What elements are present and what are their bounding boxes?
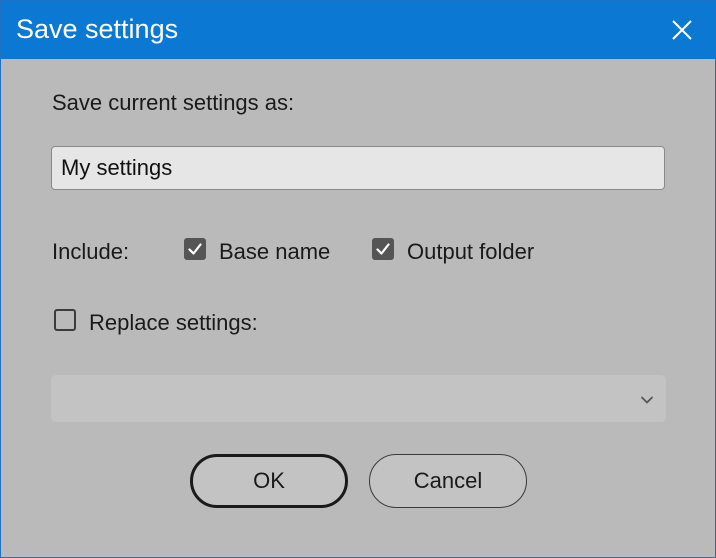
replace-settings-select[interactable] bbox=[51, 375, 666, 422]
cancel-button[interactable]: Cancel bbox=[369, 454, 527, 508]
title-bar: Save settings bbox=[1, 1, 715, 59]
base-name-label[interactable]: Base name bbox=[219, 239, 330, 265]
ok-button[interactable]: OK bbox=[190, 454, 348, 508]
include-label: Include: bbox=[52, 239, 130, 264]
close-icon bbox=[659, 7, 705, 53]
dialog-title: Save settings bbox=[16, 14, 179, 44]
output-folder-checkbox[interactable] bbox=[372, 238, 394, 260]
checkmark-icon bbox=[373, 239, 393, 259]
close-button[interactable] bbox=[659, 7, 705, 53]
replace-settings-checkbox[interactable] bbox=[54, 309, 76, 331]
cancel-button-label: Cancel bbox=[413, 468, 483, 493]
checkmark-icon bbox=[185, 239, 205, 259]
chevron-down-icon bbox=[640, 392, 654, 410]
ok-button-label: OK bbox=[253, 468, 285, 493]
save-settings-dialog: Save settings Save current settings as: … bbox=[0, 0, 716, 558]
replace-settings-label[interactable]: Replace settings: bbox=[89, 310, 258, 336]
settings-name-input[interactable] bbox=[51, 146, 665, 190]
base-name-checkbox[interactable] bbox=[184, 238, 206, 260]
settings-name-label: Save current settings as: bbox=[52, 90, 295, 115]
output-folder-label[interactable]: Output folder bbox=[407, 239, 534, 265]
